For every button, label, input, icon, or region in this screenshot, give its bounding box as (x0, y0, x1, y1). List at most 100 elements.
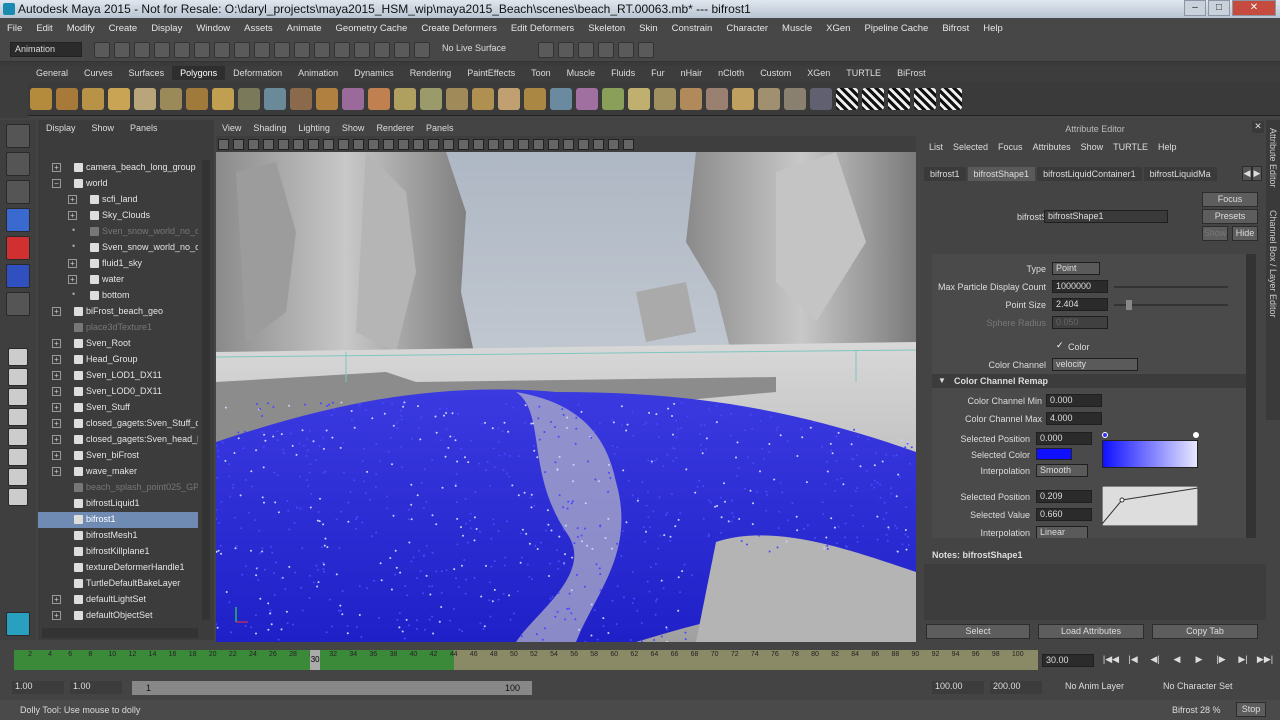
anim-layer-dropdown[interactable]: No Anim Layer (1062, 681, 1142, 694)
checker-4-icon[interactable] (914, 87, 936, 110)
bridge-icon[interactable] (706, 87, 728, 110)
film-gate-icon[interactable] (323, 138, 334, 150)
grid-icon[interactable] (308, 138, 319, 150)
shelf-tab-animation[interactable]: Animation (290, 66, 346, 80)
presets-button[interactable]: Presets (1202, 209, 1258, 224)
outliner-menu-panels[interactable]: Panels (130, 123, 158, 133)
expand-toggle-icon[interactable]: + (52, 371, 61, 380)
viewport-menu-show[interactable]: Show (342, 123, 365, 133)
menu-help[interactable]: Help (983, 23, 1003, 34)
layout-side-icon[interactable] (8, 388, 28, 406)
color-checkbox[interactable]: ✓ (1056, 340, 1066, 350)
expand-toggle-icon[interactable]: + (52, 163, 61, 172)
select-object-icon[interactable] (174, 41, 190, 58)
outliner-item[interactable]: + Head_Group (38, 352, 198, 368)
shelf-tab-polygons[interactable]: Polygons (172, 66, 226, 80)
gate-mask-icon[interactable] (353, 138, 364, 150)
outliner-item[interactable]: + wave_maker (38, 464, 198, 480)
expand-toggle-icon[interactable]: + (52, 419, 61, 428)
layout-graph-icon[interactable] (8, 428, 28, 446)
perspective-viewport[interactable]: View Shading Lighting Show Renderer Panels (216, 120, 916, 642)
smooth-shade-icon[interactable] (428, 138, 439, 150)
bookmarks-icon[interactable] (248, 138, 259, 150)
shelf-tab-general[interactable]: General (28, 66, 76, 80)
textured-icon[interactable] (458, 138, 469, 150)
layout-outliner-icon[interactable] (8, 408, 28, 426)
shelf-side-handle[interactable] (0, 66, 28, 118)
shelf-tab-xgen[interactable]: XGen (799, 66, 838, 80)
show-button[interactable]: Show (1202, 226, 1228, 241)
attr-menu-list[interactable]: List (929, 142, 943, 152)
outliner-item[interactable]: bifrostKillplane1 (38, 544, 198, 560)
menu-display[interactable]: Display (151, 23, 182, 34)
use-all-lights-icon[interactable] (473, 138, 484, 150)
ramp-handle-end[interactable] (1193, 432, 1199, 438)
time-slider-track[interactable]: 2468101214161820222426283032343638404244… (14, 650, 1038, 670)
2d-pan-icon[interactable] (278, 138, 289, 150)
point-size-slider[interactable] (1114, 300, 1228, 310)
outliner-item[interactable]: + water (38, 272, 198, 288)
end-time-field[interactable]: 200.00 (990, 681, 1042, 694)
outliner-item[interactable]: bifrostLiquid1 (38, 496, 198, 512)
attr-tab-bifrostliquidcontainer1[interactable]: bifrostLiquidContainer1 (1037, 167, 1142, 181)
layout-icon[interactable] (638, 41, 654, 58)
render-settings-icon[interactable] (374, 41, 390, 58)
wireframe-on-shaded-icon[interactable] (443, 138, 454, 150)
outliner-item[interactable]: place3dTexture1 (38, 320, 198, 336)
last-tool-icon[interactable] (6, 292, 30, 316)
shelf-tab-surfaces[interactable]: Surfaces (121, 66, 173, 80)
outliner-item[interactable]: • bottom (38, 288, 198, 304)
attr-tab-bifrostshape1[interactable]: bifrostShape1 (967, 167, 1036, 181)
shape-name-field[interactable]: bifrostShape1 (1044, 210, 1168, 223)
screen-space-ao-icon[interactable] (503, 138, 514, 150)
boolean-difference-icon[interactable] (472, 87, 494, 110)
menu-skeleton[interactable]: Skeleton (588, 23, 625, 34)
menu-constrain[interactable]: Constrain (672, 23, 713, 34)
poly-cone-icon[interactable] (108, 87, 130, 110)
append-polygon-icon[interactable] (576, 87, 598, 110)
outliner-menu-show[interactable]: Show (92, 123, 115, 133)
menu-modify[interactable]: Modify (67, 23, 95, 34)
maya-home-icon[interactable] (6, 612, 30, 636)
checker-3-icon[interactable] (888, 87, 910, 110)
selected-position-2-field[interactable]: 0.209 (1036, 490, 1092, 503)
shelf-tab-fur[interactable]: Fur (643, 66, 673, 80)
shelf-tab-deformation[interactable]: Deformation (225, 66, 290, 80)
mirror-geometry-icon[interactable] (524, 87, 546, 110)
expand-toggle-icon[interactable]: + (52, 355, 61, 364)
attr-menu-focus[interactable]: Focus (998, 142, 1023, 152)
minimize-button[interactable]: – (1184, 0, 1206, 16)
poly-cylinder-icon[interactable] (82, 87, 104, 110)
remap-section-header[interactable]: ▼ Color Channel Remap (932, 374, 1254, 388)
show-attribute-editor-icon[interactable] (578, 41, 594, 58)
step-back-key-icon[interactable]: |◀ (1122, 654, 1144, 665)
menu-xgen[interactable]: XGen (826, 23, 850, 34)
motion-blur-icon[interactable] (518, 138, 529, 150)
outliner-item[interactable]: bifrostMesh1 (38, 528, 198, 544)
shelf-tab-painteffects[interactable]: PaintEffects (459, 66, 523, 80)
insert-edge-loop-icon[interactable] (628, 87, 650, 110)
outliner-hscrollbar[interactable] (42, 628, 198, 638)
side-tab-attribute-editor[interactable]: Attribute Editor (1268, 128, 1278, 188)
rotate-tool-icon[interactable] (6, 236, 30, 260)
split-polygon-icon[interactable] (602, 87, 624, 110)
hide-button[interactable]: Hide (1232, 226, 1258, 241)
scale-tool-icon[interactable] (6, 264, 30, 288)
outliner-item[interactable]: + Sven_Root (38, 336, 198, 352)
outliner-item[interactable]: − world (38, 176, 198, 192)
magnet-icon[interactable] (414, 41, 430, 58)
depth-of-field-icon[interactable] (548, 138, 559, 150)
close-button[interactable]: ✕ (1232, 0, 1276, 16)
open-scene-icon[interactable] (114, 41, 130, 58)
poly-plane-icon[interactable] (134, 87, 156, 110)
side-tab-channel-box[interactable]: Channel Box / Layer Editor (1268, 210, 1278, 318)
merge-icon[interactable] (758, 87, 780, 110)
poly-pyramid-icon[interactable] (316, 87, 338, 110)
isolate-select-icon[interactable] (563, 138, 574, 150)
layout-four-icon[interactable] (8, 368, 28, 386)
safe-action-icon[interactable] (383, 138, 394, 150)
expand-toggle-icon[interactable]: + (52, 435, 61, 444)
menu-skin[interactable]: Skin (639, 23, 657, 34)
shelf-tab-nhair[interactable]: nHair (673, 66, 711, 80)
viewport-menu-shading[interactable]: Shading (253, 123, 286, 133)
